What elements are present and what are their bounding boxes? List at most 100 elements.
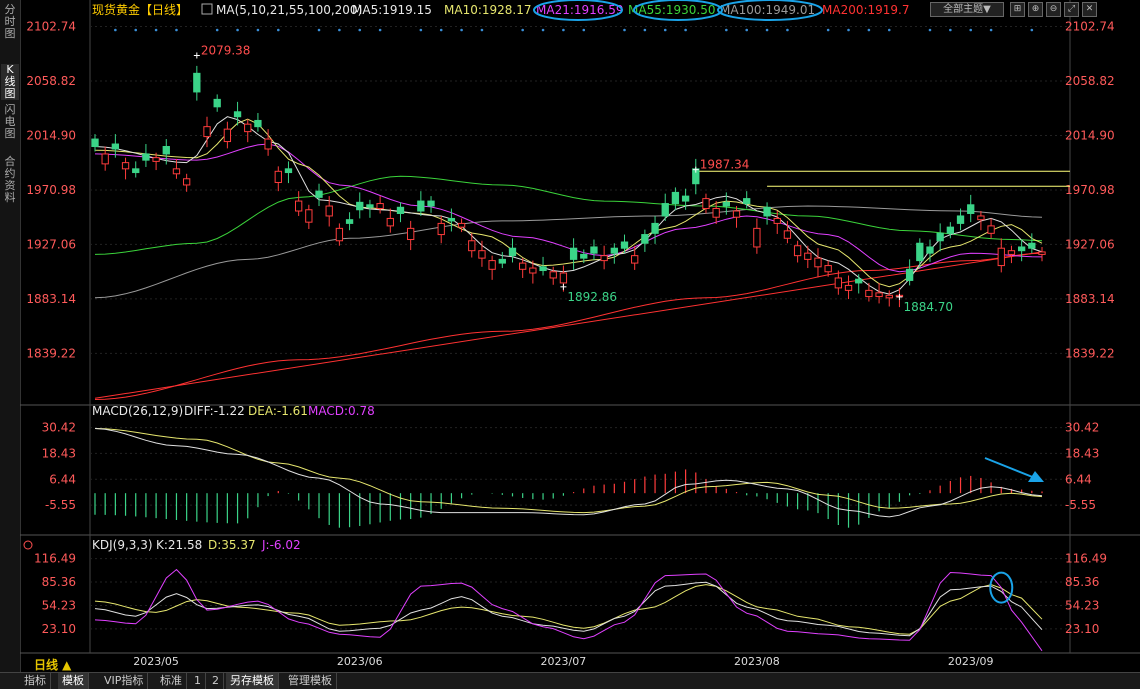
candle-down xyxy=(417,200,425,212)
bottom-tab-2[interactable]: VIP指标 xyxy=(100,673,149,689)
candle-up xyxy=(824,265,832,273)
annotation-label: 2079.38 xyxy=(201,43,251,57)
macd-legend-1: DIFF:-1.22 xyxy=(184,404,245,418)
candle-down xyxy=(956,215,965,224)
x-tick: 2023/07 xyxy=(541,655,587,668)
ma-legend-5: MA100:1949.01 xyxy=(720,3,815,17)
candle-up xyxy=(875,292,883,298)
candle-down xyxy=(926,246,934,254)
y-tick-right: 1970.98 xyxy=(1065,183,1115,197)
candle-up xyxy=(865,289,873,298)
candle-down xyxy=(590,246,598,254)
candle-down xyxy=(916,242,924,262)
bottom-tab-3[interactable]: 标准 xyxy=(156,673,187,689)
signal-dot xyxy=(480,28,484,32)
y-tick-right: 1927.06 xyxy=(1065,237,1115,251)
candle-down xyxy=(569,247,578,260)
period-selector[interactable]: 日线 ▲ xyxy=(34,656,71,673)
bottom-tab-4[interactable]: 1 xyxy=(190,673,206,689)
kdj-y-tick-right: 54.23 xyxy=(1065,598,1099,612)
candle-down xyxy=(671,191,680,205)
candle-down xyxy=(233,111,242,118)
candle-down xyxy=(580,253,588,259)
zoom-icon[interactable]: ⊕ xyxy=(1028,2,1043,17)
signal-dot xyxy=(154,28,158,32)
candle-up xyxy=(753,227,761,248)
crosshair-icon[interactable]: ⊞ xyxy=(1010,2,1025,17)
candle-down xyxy=(967,204,975,214)
candle-up xyxy=(1007,250,1016,255)
candle-down xyxy=(498,258,506,264)
signal-dot xyxy=(439,28,443,32)
signal-dot xyxy=(867,28,871,32)
candle-up xyxy=(294,200,303,212)
candle-down xyxy=(366,204,374,208)
candle-down xyxy=(111,143,120,150)
chart-canvas[interactable]: 2102.74 2102.74 2058.82 2058.82 2014.90 2014.… xyxy=(20,0,1140,688)
signal-dot xyxy=(256,28,260,32)
candle-up xyxy=(814,257,822,268)
kdj-legend-3: J:-6.02 xyxy=(261,538,301,552)
kdj-y-tick-left: 23.10 xyxy=(42,622,76,636)
zoom-out-icon[interactable]: ⊖ xyxy=(1046,2,1061,17)
candle-up xyxy=(386,217,394,227)
candle-up xyxy=(804,252,812,260)
candle-down xyxy=(936,232,944,242)
candle-up xyxy=(702,198,710,210)
kdj-d-line xyxy=(94,584,1043,635)
sidebar-tab-0[interactable]: 分时图 xyxy=(1,4,19,40)
signal-dot xyxy=(562,28,565,32)
bottom-tab-6[interactable]: 另存模板 xyxy=(226,673,279,689)
signal-dot xyxy=(114,28,117,32)
y-tick-left: 2102.74 xyxy=(26,20,76,34)
fullscreen-icon[interactable]: ⤢ xyxy=(1064,2,1079,17)
kdj-y-tick-right: 85.36 xyxy=(1065,575,1099,589)
signal-dot xyxy=(989,28,993,32)
sidebar-tab-2[interactable]: 闪电图 xyxy=(1,104,19,140)
signal-dot xyxy=(663,28,667,32)
ma10-line xyxy=(94,118,1043,288)
theme-select-button[interactable]: 全部主题▼ xyxy=(930,2,1004,17)
bottom-tab-1[interactable]: 模板 xyxy=(58,673,89,689)
bottom-tab-7[interactable]: 管理模板 xyxy=(284,673,337,689)
candle-down xyxy=(315,190,323,198)
candle-down xyxy=(508,247,517,257)
candle-up xyxy=(773,217,781,224)
support-line xyxy=(94,251,1043,399)
y-tick-left: 1927.06 xyxy=(26,237,76,251)
pane-close-icon xyxy=(23,540,33,550)
candle-down xyxy=(1017,246,1026,252)
candle-up xyxy=(152,157,160,162)
annotation-label: 1987.34 xyxy=(700,158,750,172)
signal-dot xyxy=(378,28,382,32)
candle-down xyxy=(946,226,955,234)
candle-down xyxy=(284,168,293,174)
y-tick-right: 2014.90 xyxy=(1065,128,1115,142)
kdj-y-tick-right: 116.49 xyxy=(1065,552,1107,566)
macd-y-tick-right: -5.55 xyxy=(1065,498,1096,512)
candle-up xyxy=(559,272,568,284)
sidebar-tab-3[interactable]: 合约资料 xyxy=(1,156,19,204)
y-tick-left: 1970.98 xyxy=(26,183,76,197)
candle-up xyxy=(1038,251,1046,255)
bottom-tab-5[interactable]: 2 xyxy=(208,673,224,689)
annotation-label: 1892.86 xyxy=(567,290,617,304)
bottom-tab-0[interactable]: 指标 xyxy=(20,673,51,689)
candle-down xyxy=(91,138,99,148)
candle-up xyxy=(172,168,181,175)
macd-legend-2: DEA:-1.61 xyxy=(248,404,308,418)
signal-dot xyxy=(847,28,850,32)
candle-up xyxy=(203,126,211,138)
candle-down xyxy=(193,72,201,93)
signal-dot xyxy=(236,28,239,32)
close-icon[interactable]: ✕ xyxy=(1082,2,1097,17)
candle-up xyxy=(488,260,496,270)
sidebar: 分时图 K线图闪电图合约资料 xyxy=(0,0,21,688)
ma-legend-6: MA200:1919.7 xyxy=(822,3,910,17)
candle-down xyxy=(396,206,405,214)
signal-dot xyxy=(276,28,280,32)
candle-up xyxy=(121,162,130,170)
sidebar-tab-1[interactable]: K线图 xyxy=(1,64,19,100)
candle-down xyxy=(254,119,262,128)
signal-dot xyxy=(969,28,973,32)
